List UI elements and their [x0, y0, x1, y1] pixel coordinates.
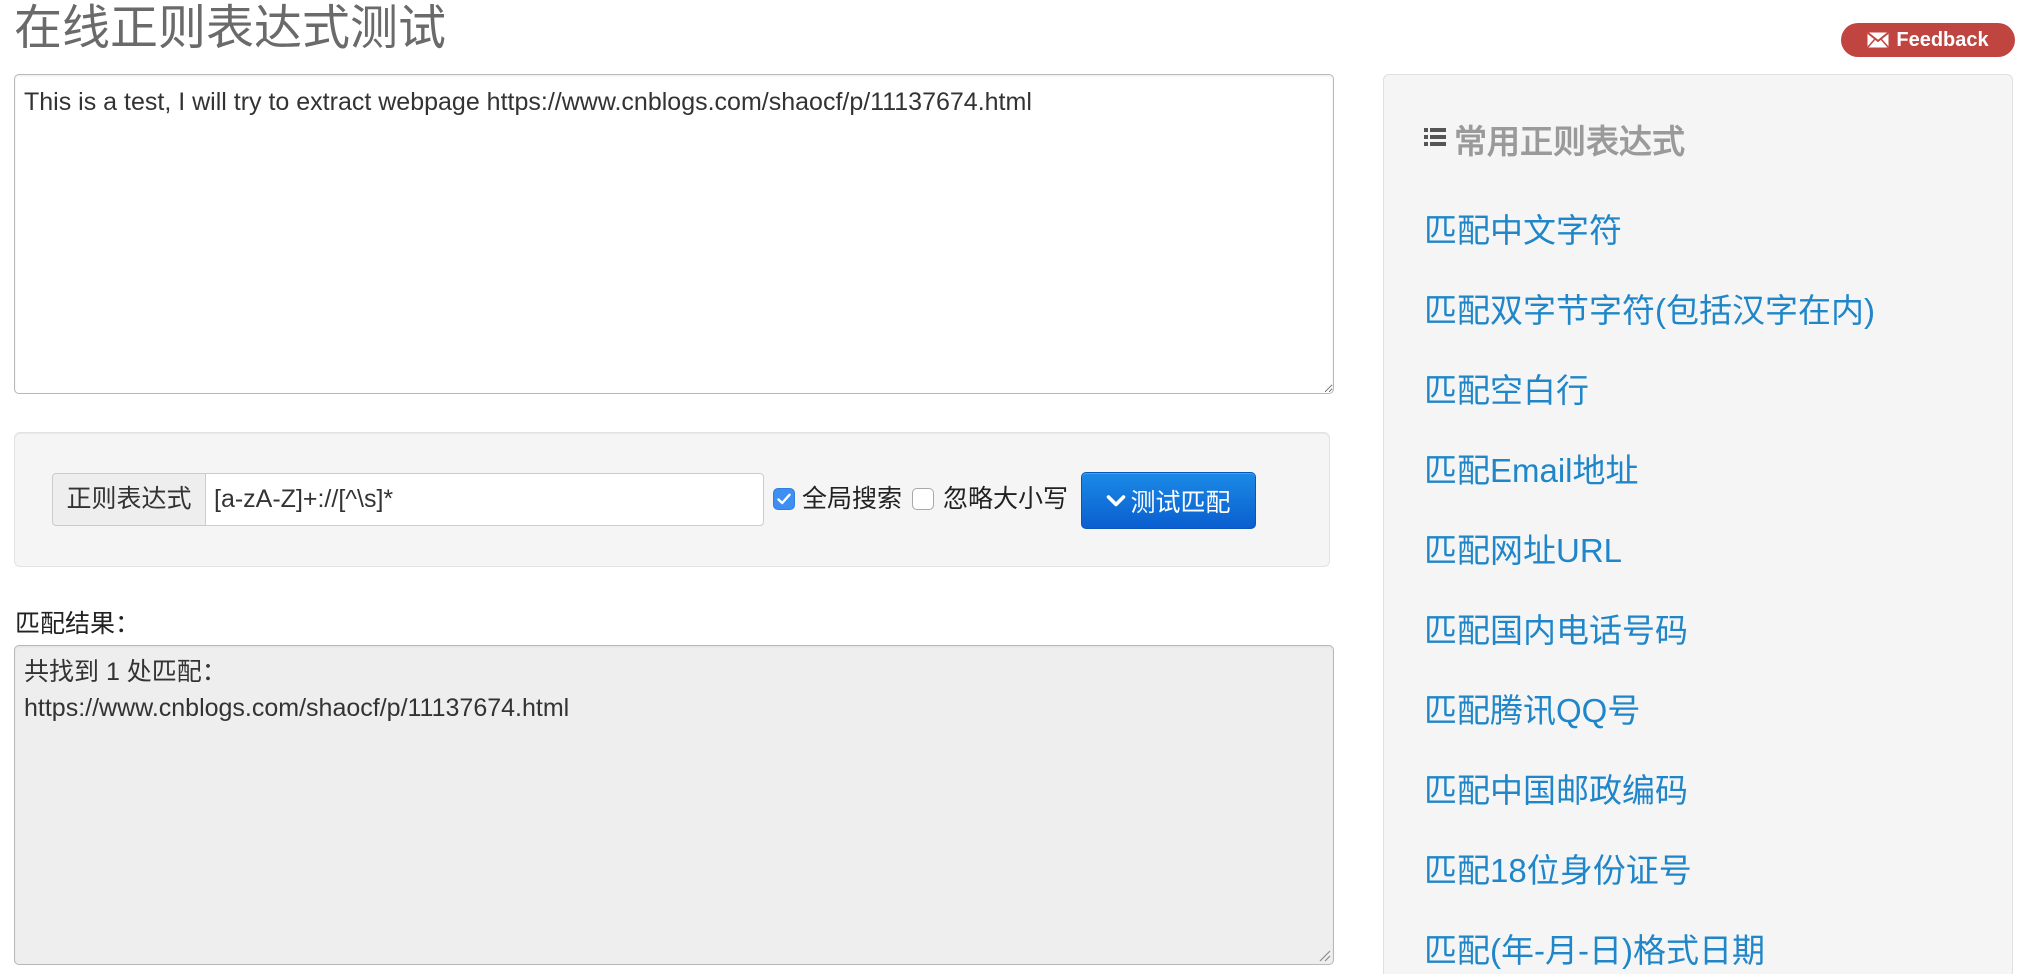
chevron-down-icon: [1107, 494, 1126, 506]
sidebar-link-double-byte[interactable]: 匹配双字节字符(包括汉字在内): [1424, 291, 1875, 331]
result-summary: 共找到 1 处匹配：: [24, 658, 227, 686]
sidebar-heading: 常用正则表达式: [1424, 122, 1685, 162]
checkmark-icon: [777, 493, 791, 505]
regex-input[interactable]: [205, 473, 764, 526]
sidebar-link-postcode[interactable]: 匹配中国邮政编码: [1424, 771, 1875, 811]
ignore-case-checkbox[interactable]: [912, 488, 934, 510]
sidebar-link-phone[interactable]: 匹配国内电话号码: [1424, 611, 1875, 651]
result-match: https://www.cnblogs.com/shaocf/p/1113767…: [24, 694, 570, 722]
result-output[interactable]: 共找到 1 处匹配： https://www.cnblogs.com/shaoc…: [14, 645, 1334, 965]
sidebar-link-chinese-chars[interactable]: 匹配中文字符: [1424, 211, 1875, 251]
result-label: 匹配结果：: [15, 610, 141, 638]
ignore-case-label[interactable]: 忽略大小写: [943, 484, 1068, 514]
sidebar-link-date[interactable]: 匹配(年-月-日)格式日期: [1424, 931, 1875, 971]
common-regex-list: 匹配中文字符 匹配双字节字符(包括汉字在内) 匹配空白行 匹配Email地址 匹…: [1424, 211, 1875, 971]
feedback-button[interactable]: Feedback: [1841, 23, 2015, 57]
feedback-label: Feedback: [1896, 28, 1989, 51]
resize-grip-icon[interactable]: [1317, 948, 1331, 962]
sidebar-link-id-card[interactable]: 匹配18位身份证号: [1424, 851, 1875, 891]
envelope-icon: [1867, 32, 1889, 48]
test-match-button[interactable]: 测试匹配: [1081, 472, 1256, 529]
source-text-input[interactable]: This is a test, I will try to extract we…: [14, 74, 1334, 394]
sidebar-link-blank-line[interactable]: 匹配空白行: [1424, 371, 1875, 411]
sidebar-link-email[interactable]: 匹配Email地址: [1424, 451, 1875, 491]
sidebar-link-qq[interactable]: 匹配腾讯QQ号: [1424, 691, 1875, 731]
global-search-checkbox[interactable]: [773, 488, 795, 510]
test-match-label: 测试匹配: [1130, 488, 1231, 517]
global-search-label[interactable]: 全局搜索: [802, 484, 902, 514]
sidebar-link-url[interactable]: 匹配网址URL: [1424, 531, 1875, 571]
page-title: 在线正则表达式测试: [14, 2, 447, 55]
common-regex-sidebar: 常用正则表达式 匹配中文字符 匹配双字节字符(包括汉字在内) 匹配空白行 匹配E…: [1383, 74, 2013, 974]
list-icon: [1424, 128, 1446, 146]
sidebar-heading-label: 常用正则表达式: [1454, 123, 1685, 160]
regex-label: 正则表达式: [52, 473, 206, 526]
